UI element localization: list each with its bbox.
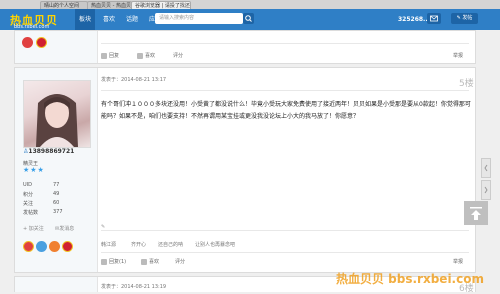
score-link[interactable]: 评分: [173, 52, 183, 59]
search-icon: [245, 15, 252, 22]
nav-item-forum[interactable]: 板块: [75, 9, 95, 30]
username: 325268...: [398, 16, 430, 23]
heart-icon: [141, 258, 147, 265]
post-5: ♙13898869721 精灵王 ★★★ UID 77 积分 49 关注 60 …: [14, 67, 476, 273]
score-link[interactable]: 评分: [175, 258, 185, 265]
medal-icon: [23, 241, 34, 252]
new-post-label: 发帖: [462, 15, 473, 21]
search-button[interactable]: [243, 13, 254, 24]
reply-icon: [101, 258, 107, 265]
reply-label: 回复: [109, 53, 120, 59]
browser-tab-1[interactable]: 晴山的个人空间: [40, 1, 88, 9]
mail-icon: [430, 15, 438, 22]
heart-icon: [137, 52, 143, 59]
reply-link[interactable]: 回复: [101, 52, 119, 59]
avatar-photo: [36, 94, 78, 147]
signature-link[interactable]: 齐开心: [131, 241, 146, 248]
author-panel: [15, 277, 98, 292]
nav-item-topics[interactable]: 话题: [123, 9, 141, 30]
stat-label: 发帖数: [23, 210, 39, 216]
author-panel: ♙13898869721 精灵王 ★★★ UID 77 积分 49 关注 60 …: [15, 68, 98, 272]
medal-icon: [62, 241, 73, 252]
post-body: 有个哥们冲１０００多块还没用！小受黄了都没说什么！毕竟小受玩大家免费使用了接近两…: [101, 101, 471, 120]
stat-value: 49: [53, 191, 60, 197]
follow-button[interactable]: + 加关注: [23, 225, 44, 232]
divider: [101, 43, 469, 44]
stat-label: 积分: [23, 192, 34, 198]
like-link[interactable]: 喜欢: [137, 52, 155, 59]
medal-icon: [36, 37, 47, 48]
reply-label: 回复(1): [109, 259, 127, 265]
stat-value: 377: [53, 209, 63, 215]
like-link[interactable]: 喜欢: [141, 258, 159, 265]
chevron-right-icon: [484, 186, 488, 194]
browser-tab-3[interactable]: 谷歌浏览器 | 请投了找还以上: [131, 1, 191, 9]
like-label: 喜欢: [145, 53, 156, 59]
avatar[interactable]: [23, 80, 91, 148]
post-previous: 回复 喜欢 评分 举报: [14, 30, 476, 64]
stat-value: 77: [53, 182, 60, 188]
medal-icon: [22, 37, 33, 48]
reply-link[interactable]: 回复(1): [101, 258, 126, 265]
report-link[interactable]: 举报: [453, 258, 463, 265]
rank-stars: ★★★: [23, 166, 45, 174]
new-post-button[interactable]: ✎ 发帖: [451, 13, 478, 24]
divider: [101, 230, 469, 231]
stat-label: UID: [23, 182, 32, 188]
arrow-up-icon: [470, 207, 482, 220]
divider: [101, 252, 469, 253]
pencil-icon: ✎: [456, 15, 461, 21]
pencil-icon: ✎: [101, 224, 106, 230]
prev-arrow-button[interactable]: [481, 158, 491, 178]
reply-icon: [101, 52, 107, 59]
search-input[interactable]: 请输入搜索内容: [155, 13, 243, 24]
browser-tab-2[interactable]: 热血贝贝 - 热血贝贝: [87, 1, 132, 9]
signature-link[interactable]: 还自己的呐: [158, 241, 183, 248]
back-to-top-button[interactable]: [464, 201, 488, 225]
report-link[interactable]: 举报: [453, 52, 463, 59]
message-button[interactable]: ✉发消息: [55, 225, 74, 232]
next-arrow-button[interactable]: [481, 180, 491, 200]
floor-number[interactable]: 5楼: [459, 76, 474, 89]
post-date: 发表于：2014-08-21 13:17: [101, 77, 167, 83]
signature-link[interactable]: 让别人也再暴念吧: [195, 241, 235, 248]
nav-item-likes[interactable]: 喜欢: [100, 9, 118, 30]
like-label: 喜欢: [149, 259, 160, 265]
signature-link[interactable]: 韩江源: [101, 241, 116, 248]
author-id[interactable]: ♙13898869721: [23, 148, 74, 155]
site-logo[interactable]: 热血贝贝 bbs.rxbei.com: [5, 10, 80, 30]
mail-button[interactable]: [427, 13, 441, 24]
author-panel: [15, 31, 98, 63]
divider: [101, 90, 469, 91]
medal-icon: [49, 241, 60, 252]
stat-label: 关注: [23, 201, 34, 207]
chevron-left-icon: [484, 164, 488, 172]
medal-icon: [36, 241, 47, 252]
watermark: 热血贝贝 bbs.rxbei.com: [336, 272, 484, 286]
post-date: 发表于：2014-08-21 13:19: [101, 284, 167, 290]
stat-value: 60: [53, 200, 60, 206]
